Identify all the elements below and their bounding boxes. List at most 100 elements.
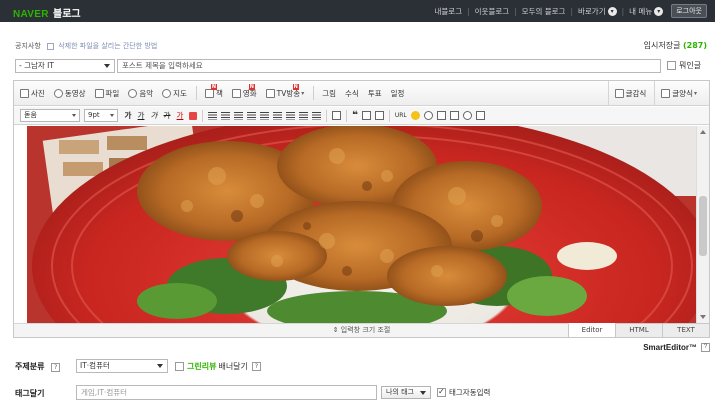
insert-video-button[interactable]: 동영상 — [53, 88, 86, 99]
insert-file-label: 파일 — [105, 88, 120, 98]
highlight-color-icon[interactable] — [189, 111, 197, 120]
logout-button[interactable]: 로그아웃 — [671, 4, 707, 18]
outdent-icon[interactable] — [299, 111, 308, 120]
post-title-input[interactable]: 포스트 제목을 입력하세요 — [117, 59, 661, 73]
auto-tag-checkbox[interactable] — [437, 387, 446, 397]
font-color-button[interactable]: 가 — [174, 109, 186, 122]
notice-post-checkbox[interactable] — [667, 61, 676, 70]
toolbar-divider — [326, 109, 327, 122]
editor-content-area[interactable] — [27, 126, 696, 323]
toolbar-divider — [195, 86, 197, 100]
align-center-icon[interactable] — [221, 111, 230, 120]
nav-everyone-blog[interactable]: 모두의 블로그 — [522, 6, 566, 17]
writing-template-button[interactable]: 글감식 — [607, 81, 653, 106]
tab-text[interactable]: TEXT — [662, 323, 709, 337]
help-icon[interactable]: ? — [51, 363, 61, 372]
bullet-list-icon[interactable] — [260, 111, 269, 120]
sticker-icon[interactable] — [423, 111, 433, 120]
align-right-icon[interactable] — [234, 111, 243, 120]
insert-music-button[interactable]: 음악 — [128, 88, 153, 99]
line-height-icon[interactable] — [312, 111, 321, 120]
category-select[interactable]: - 그남자 IT — [15, 59, 115, 73]
my-tag-select[interactable]: 나의 태그 — [381, 386, 431, 399]
help-icon[interactable]: ? — [701, 343, 710, 352]
tag-input[interactable]: 게임,IT·컴퓨터 — [76, 385, 377, 400]
numbered-list-icon[interactable] — [273, 111, 282, 120]
editor-frame: 사진 동영상 파일 음악 지도 N책 N 영화 N TV방송 ▾ 그림 수식 투표 일… — [13, 80, 710, 338]
tab-html[interactable]: HTML — [615, 323, 662, 337]
auto-tag-option[interactable]: 태그자동입력 — [437, 387, 490, 398]
insert-book-button[interactable]: N책 — [204, 83, 223, 99]
insert-movie-button[interactable]: N 영화 — [231, 83, 257, 99]
emoticon-icon[interactable] — [410, 111, 420, 120]
insert-tv-button[interactable]: N TV방송 ▾ — [265, 83, 304, 99]
smarteditor-brand: SmartEditor™ ? — [643, 343, 710, 352]
underline-button[interactable]: 가 — [135, 109, 147, 122]
table-icon[interactable] — [436, 111, 446, 120]
spellcheck-icon[interactable] — [332, 111, 341, 120]
insert-schedule-button[interactable]: 일정 — [391, 88, 405, 99]
horizontal-line-icon[interactable] — [449, 111, 459, 120]
subject-label: 주제분류 — [15, 362, 45, 371]
nav-separator: | — [621, 6, 625, 16]
insert-photo-label: 사진 — [31, 88, 45, 98]
help-icon[interactable]: ? — [251, 362, 261, 371]
hanja-icon[interactable] — [374, 111, 384, 120]
strikethrough-button[interactable]: 가 — [161, 109, 173, 122]
video-icon — [53, 88, 63, 98]
font-family-select[interactable]: 돋움 — [20, 109, 80, 122]
align-left-icon[interactable] — [208, 111, 217, 120]
font-size-select[interactable]: 9pt — [84, 109, 118, 122]
subject-value: IT·컴퓨터 — [80, 361, 110, 370]
drafts-link[interactable]: 임시저장글 (287) — [644, 40, 707, 51]
format-toolbar: 돋움 9pt 가 가 가 가 가 ❝ URL — [14, 107, 709, 125]
find-icon[interactable] — [462, 111, 472, 120]
insert-poll-button[interactable]: 투표 — [368, 88, 382, 99]
chevron-down-icon — [110, 114, 114, 117]
blog-logo-text: 블로그 — [53, 9, 81, 20]
green-review-checkbox[interactable] — [175, 362, 184, 371]
green-review-option[interactable]: 그린리뷰 배너달기 ? — [175, 361, 261, 372]
insert-map-button[interactable]: 지도 — [162, 88, 187, 99]
insert-formula-button[interactable]: 수식 — [345, 88, 359, 99]
notice-post-label: 뭐인글 — [679, 61, 702, 70]
quote-icon[interactable]: ❝ — [352, 110, 358, 120]
nav-my-blog[interactable]: 내블로그 — [435, 6, 463, 17]
special-char-icon[interactable] — [361, 111, 371, 120]
top-bar: NAVER 블로그 내블로그 | 이웃블로그 | 모두의 블로그 | 바로가기 ▾… — [0, 0, 715, 22]
shortcut-label: 바로가기 — [578, 6, 606, 16]
green-review-label: 그린리뷰 — [187, 362, 217, 371]
scrollbar-thumb[interactable] — [699, 196, 707, 256]
writing-form-label: 글양식 — [672, 89, 693, 98]
spell-check-icon[interactable] — [475, 111, 485, 120]
italic-button[interactable]: 가 — [148, 109, 160, 122]
notice-row: 공지사항 삭제한 파일을 살리는 간단한 방법 — [15, 41, 157, 51]
nav-separator: | — [467, 6, 470, 16]
align-justify-icon[interactable] — [247, 111, 256, 120]
notice-tip-link[interactable]: 삭제한 파일을 살리는 간단한 방법 — [58, 42, 157, 50]
insert-drawing-button[interactable]: 그림 — [322, 88, 336, 99]
insert-photo-button[interactable]: 사진 — [20, 88, 45, 99]
writing-form-button[interactable]: 글양식 ▾ — [654, 81, 703, 106]
notice-post-option[interactable]: 뭐인글 — [667, 60, 701, 71]
fried-chicken-salad-photo — [27, 126, 696, 323]
new-badge-icon: N — [292, 83, 299, 90]
insert-drawing-label: 그림 — [322, 88, 337, 98]
bold-button[interactable]: 가 — [122, 109, 134, 122]
chevron-down-icon — [104, 64, 110, 68]
url-link-button[interactable]: URL — [395, 112, 407, 119]
nav-my-menu[interactable]: 내 메뉴 ▾ — [629, 6, 664, 17]
editor-scrollbar[interactable] — [696, 126, 709, 323]
indent-icon[interactable] — [286, 111, 295, 120]
tab-editor[interactable]: Editor — [568, 323, 615, 337]
chevron-down-icon: ▾ — [693, 90, 697, 97]
nav-shortcut[interactable]: 바로가기 ▾ — [578, 6, 617, 17]
scroll-up-arrow-icon[interactable] — [700, 130, 706, 134]
scroll-down-arrow-icon[interactable] — [700, 315, 706, 319]
naver-blog-logo[interactable]: NAVER 블로그 — [13, 5, 81, 20]
template-icon — [661, 89, 671, 98]
subject-label-group: 주제분류 ? — [15, 361, 61, 372]
nav-neighbor-blog[interactable]: 이웃블로그 — [475, 6, 510, 17]
subject-select[interactable]: IT·컴퓨터 — [76, 359, 168, 373]
insert-file-button[interactable]: 파일 — [94, 88, 120, 99]
